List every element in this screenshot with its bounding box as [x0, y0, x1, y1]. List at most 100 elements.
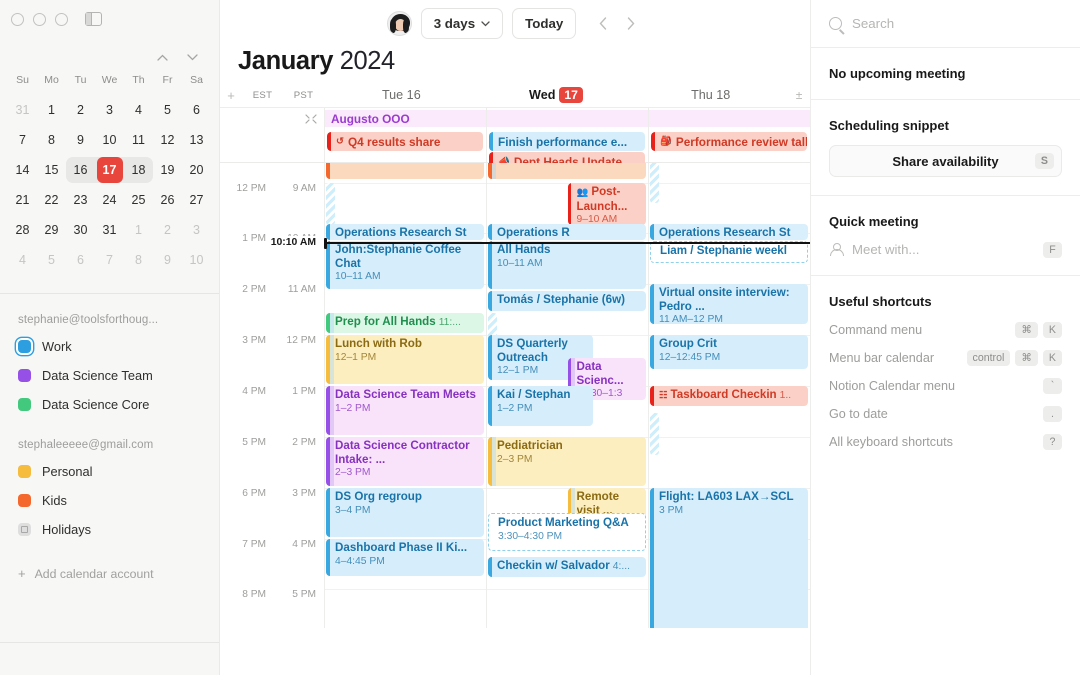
mini-calendar-day[interactable]: 26	[153, 185, 182, 215]
add-timezone-button[interactable]: +	[220, 88, 242, 103]
calendar-item-kids[interactable]: Kids	[0, 486, 219, 515]
mini-calendar-day[interactable]: 24	[95, 185, 124, 215]
day-header-tue[interactable]: Tue 16	[324, 87, 479, 103]
event-block[interactable]: Virtual onsite interview: Pedro ... 11 AM…	[650, 284, 808, 324]
search-input[interactable]: Search	[811, 0, 1080, 47]
add-calendar-account-button[interactable]: + Add calendar account	[0, 544, 219, 581]
mini-calendar[interactable]: Su Mo Tu We Th Fr Sa 31 1 2 3 4 5 6 7 8 9 10 11 12 13 14 15 16…	[0, 68, 219, 275]
event-block[interactable]: Data Science Contractor Intake: ... 2–3 P…	[326, 437, 484, 486]
shortcut-row[interactable]: Go to date.	[829, 400, 1062, 428]
timezone-label-pst[interactable]: PST	[283, 90, 324, 101]
expand-allday-button[interactable]: ±	[788, 88, 810, 102]
event-block[interactable]: ☷ Taskboard Checkin 1..	[650, 386, 808, 406]
tentative-event-block[interactable]	[650, 413, 659, 455]
event-block[interactable]: DS Org regroup 3–4 PM	[326, 488, 484, 537]
all-day-column[interactable]: ↺ Q4 results share	[324, 108, 486, 162]
event-block[interactable]: Data Science Team Meets 1–2 PM	[326, 386, 484, 435]
event-block-partial[interactable]	[326, 163, 484, 179]
mini-calendar-day[interactable]: 6	[66, 245, 95, 275]
mini-calendar-day[interactable]: 18	[124, 155, 153, 185]
mini-calendar-day[interactable]: 9	[153, 245, 182, 275]
mini-calendar-day[interactable]: 1	[37, 95, 66, 125]
mini-calendar-day[interactable]: 31	[8, 95, 37, 125]
chevron-down-icon[interactable]	[185, 50, 199, 64]
calendar-item-data-science-team[interactable]: Data Science Team	[0, 361, 219, 390]
mini-calendar-day[interactable]: 7	[8, 125, 37, 155]
event-block[interactable]: Lunch with Rob 12–1 PM	[326, 335, 484, 384]
mini-calendar-day[interactable]: 4	[124, 95, 153, 125]
all-day-event[interactable]: ↺ Q4 results share	[327, 132, 483, 151]
holidays-icon[interactable]	[18, 523, 31, 536]
today-button[interactable]: Today	[512, 8, 577, 39]
shortcut-row[interactable]: Menu bar calendar control ⌘ K	[829, 344, 1062, 372]
mini-calendar-day[interactable]: 1	[124, 215, 153, 245]
mini-calendar-day[interactable]: 10	[95, 125, 124, 155]
event-block[interactable]: All Hands 10–11 AM	[488, 241, 646, 289]
event-block-partial[interactable]	[488, 163, 646, 179]
calendar-color-swatch[interactable]	[18, 340, 31, 353]
mini-calendar-day[interactable]: 3	[182, 215, 211, 245]
mini-calendar-day[interactable]: 21	[8, 185, 37, 215]
event-block[interactable]: John:Stephanie Coffee Chat 10–11 AM	[326, 241, 484, 289]
close-button[interactable]	[11, 12, 24, 26]
event-block[interactable]: Kai / Stephan 1–2 PM	[488, 386, 594, 426]
maximize-button[interactable]	[55, 12, 68, 26]
mini-calendar-day[interactable]: 19	[153, 155, 182, 185]
mini-calendar-day[interactable]: 2	[66, 95, 95, 125]
mini-calendar-day[interactable]: 4	[8, 245, 37, 275]
mini-calendar-day[interactable]: 20	[182, 155, 211, 185]
all-day-column[interactable]: 🎒 Performance review talk	[648, 108, 810, 162]
mini-calendar-day[interactable]: 29	[37, 215, 66, 245]
view-selector-button[interactable]: 3 days	[420, 8, 504, 39]
mini-calendar-day[interactable]: 31	[95, 215, 124, 245]
calendar-color-swatch[interactable]	[18, 369, 31, 382]
timezone-label-est[interactable]: EST	[242, 90, 283, 101]
all-day-event[interactable]: 🎒 Performance review talk	[651, 132, 807, 151]
shortcut-row[interactable]: Notion Calendar menu `	[829, 372, 1062, 400]
minimize-button[interactable]	[33, 12, 46, 26]
shortcut-row[interactable]: Command menu ⌘ K	[829, 316, 1062, 344]
calendar-color-swatch[interactable]	[18, 465, 31, 478]
calendar-item-work[interactable]: Work	[0, 332, 219, 361]
mini-calendar-day[interactable]: 14	[8, 155, 37, 185]
day-header-wed[interactable]: Wed 17	[479, 87, 634, 103]
mini-calendar-day[interactable]: 28	[8, 215, 37, 245]
event-block[interactable]: Operations Research St	[326, 224, 484, 240]
mini-calendar-day[interactable]: 27	[182, 185, 211, 215]
mini-calendar-day[interactable]: 12	[153, 125, 182, 155]
calendar-color-swatch[interactable]	[18, 398, 31, 411]
mini-calendar-day[interactable]: 15	[37, 155, 66, 185]
tentative-event-block[interactable]	[650, 163, 659, 203]
mini-calendar-day[interactable]: 30	[66, 215, 95, 245]
mini-calendar-day[interactable]: 25	[124, 185, 153, 215]
event-block[interactable]: Group Crit 12–12:45 PM	[650, 335, 808, 369]
mini-calendar-day[interactable]: 23	[66, 185, 95, 215]
calendar-item-personal[interactable]: Personal	[0, 457, 219, 486]
meet-with-input[interactable]: Meet with... F	[829, 241, 1062, 258]
day-header-thu[interactable]: Thu 18	[633, 87, 788, 103]
mini-calendar-day[interactable]: 6	[182, 95, 211, 125]
mini-calendar-day[interactable]: 22	[37, 185, 66, 215]
mini-calendar-day[interactable]: 11	[124, 125, 153, 155]
mini-calendar-day[interactable]: 9	[66, 125, 95, 155]
event-block[interactable]: Flight: LA603 LAX→SCL 3 PM	[650, 488, 808, 628]
calendar-grid[interactable]: 12 PM9 AM1 PM10 AM2 PM11 AM3 PM12 PM4 PM…	[220, 163, 810, 628]
calendar-color-swatch[interactable]	[18, 494, 31, 507]
mini-calendar-day[interactable]: 5	[153, 95, 182, 125]
mini-calendar-day[interactable]: 7	[95, 245, 124, 275]
event-block[interactable]: Pediatrician 2–3 PM	[488, 437, 646, 486]
mini-calendar-day[interactable]: 3	[95, 95, 124, 125]
mini-calendar-day[interactable]: 8	[37, 125, 66, 155]
event-block[interactable]: Liam / Stephanie weekl	[650, 241, 808, 263]
mini-calendar-day[interactable]: 17	[95, 155, 124, 185]
event-block[interactable]: 👥 Post-Launch... 9–10 AM	[567, 183, 646, 225]
mini-calendar-day[interactable]: 10	[182, 245, 211, 275]
day-column-tue-16[interactable]: Operations Research St John:Stephanie Cof…	[324, 163, 486, 628]
event-block[interactable]: Product Marketing Q&A 3:30–4:30 PM	[488, 513, 646, 551]
calendar-item-data-science-core[interactable]: Data Science Core	[0, 390, 219, 419]
shortcut-row[interactable]: All keyboard shortcuts?	[829, 428, 1062, 456]
share-availability-button[interactable]: Share availability S	[829, 145, 1062, 177]
event-block[interactable]: Prep for All Hands 11:...	[326, 313, 484, 333]
mini-calendar-day[interactable]: 8	[124, 245, 153, 275]
all-day-collapse[interactable]	[220, 108, 324, 162]
